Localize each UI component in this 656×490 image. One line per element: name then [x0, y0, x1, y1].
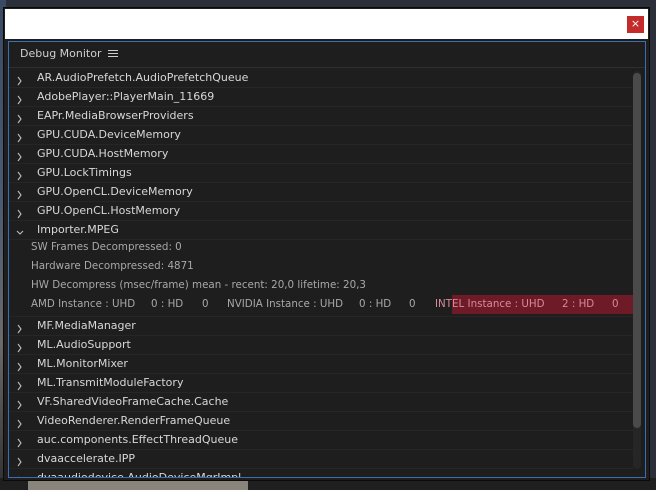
- tree-row-label: MF.MediaManager: [37, 319, 136, 332]
- tree-row[interactable]: ML.TransmitModuleFactory: [9, 374, 633, 393]
- tree-row-label: VideoRenderer.RenderFrameQueue: [37, 414, 231, 427]
- tree-row[interactable]: auc.components.EffectThreadQueue: [9, 431, 633, 450]
- tree-row-label: GPU.CUDA.HostMemory: [37, 147, 169, 160]
- tree-row[interactable]: ML.MonitorMixer: [9, 355, 633, 374]
- tree-row-label: dvaaccelerate.IPP: [37, 452, 136, 465]
- tree-row-label: GPU.CUDA.DeviceMemory: [37, 128, 181, 141]
- detail-hw-decompressed: Hardware Decompressed: 4871: [31, 260, 194, 272]
- chevron-right-icon[interactable]: [15, 339, 25, 353]
- chevron-right-icon[interactable]: [15, 186, 25, 200]
- tree-row[interactable]: AR.AudioPrefetch.AudioPrefetchQueue: [9, 69, 633, 88]
- tree-row-label: GPU.OpenCL.HostMemory: [37, 204, 181, 217]
- tree-row-label: ML.TransmitModuleFactory: [37, 376, 184, 389]
- chevron-right-icon[interactable]: [15, 472, 25, 477]
- panel-title: Debug Monitor: [20, 47, 102, 60]
- close-button[interactable]: ×: [627, 16, 644, 33]
- tree-row-label: EAPr.MediaBrowserProviders: [37, 109, 194, 122]
- tree-row[interactable]: dvaaudiodevice.AudioDeviceMgrImpl: [9, 469, 633, 477]
- nvidia-instance-hd: 0 : HD: [359, 298, 392, 310]
- debug-tree-list: AR.AudioPrefetch.AudioPrefetchQueue Adobe…: [9, 69, 633, 477]
- tree-row[interactable]: GPU.OpenCL.DeviceMemory: [9, 183, 633, 202]
- tree-row-label: VF.SharedVideoFrameCache.Cache: [37, 395, 229, 408]
- tree-row[interactable]: VF.SharedVideoFrameCache.Cache: [9, 393, 633, 412]
- chevron-right-icon[interactable]: [15, 377, 25, 391]
- tree-row-label: Importer.MPEG: [37, 223, 119, 236]
- tree-row-label: AdobePlayer::PlayerMain_11669: [37, 90, 215, 103]
- tree-row-label: AR.AudioPrefetch.AudioPrefetchQueue: [37, 71, 249, 84]
- chevron-right-icon[interactable]: [15, 167, 25, 181]
- nvidia-instance-value: 0: [409, 298, 416, 310]
- chevron-right-icon[interactable]: [15, 205, 25, 219]
- chevron-right-icon[interactable]: [15, 148, 25, 162]
- chevron-right-icon[interactable]: [15, 129, 25, 143]
- detail-hw-mean: HW Decompress (msec/frame) mean - recent…: [31, 279, 366, 291]
- panel-header: Debug Monitor: [9, 42, 645, 68]
- chevron-right-icon[interactable]: [15, 72, 25, 86]
- chevron-right-icon[interactable]: [15, 91, 25, 105]
- amd-instance-hd: 0 : HD: [151, 298, 184, 310]
- debug-monitor-window: × Debug Monitor AR.AudioPrefetch.AudioPr…: [3, 7, 650, 481]
- close-icon: ×: [630, 17, 641, 30]
- tree-row[interactable]: Importer.MPEG: [9, 221, 633, 240]
- tree-row[interactable]: GPU.LockTimings: [9, 164, 633, 183]
- chevron-down-icon[interactable]: [15, 224, 25, 236]
- chevron-right-icon[interactable]: [15, 110, 25, 124]
- instances-line: AMD Instance : UHD 0 : HD 0 NVIDIA Insta…: [31, 295, 633, 314]
- tree-row-label: GPU.OpenCL.DeviceMemory: [37, 185, 193, 198]
- tree-row[interactable]: AdobePlayer::PlayerMain_11669: [9, 88, 633, 107]
- tree-row[interactable]: VideoRenderer.RenderFrameQueue: [9, 412, 633, 431]
- amd-instance-label: AMD Instance : UHD: [31, 298, 136, 310]
- tree-row[interactable]: MF.MediaManager: [9, 317, 633, 336]
- chevron-right-icon[interactable]: [15, 358, 25, 372]
- chevron-right-icon[interactable]: [15, 434, 25, 448]
- tree-row-label: ML.AudioSupport: [37, 338, 131, 351]
- amd-instance-value: 0: [202, 298, 209, 310]
- tree-row[interactable]: dvaaccelerate.IPP: [9, 450, 633, 469]
- chevron-right-icon[interactable]: [15, 320, 25, 334]
- intel-instance-hd: 2 : HD: [562, 298, 595, 310]
- debug-monitor-panel: Debug Monitor AR.AudioPrefetch.AudioPref…: [8, 41, 646, 478]
- hamburger-menu-icon[interactable]: [108, 48, 118, 60]
- nvidia-instance-label: NVIDIA Instance : UHD: [227, 298, 344, 310]
- tree-row-label: GPU.LockTimings: [37, 166, 132, 179]
- tree-row-label: auc.components.EffectThreadQueue: [37, 433, 238, 446]
- tree-row[interactable]: ML.AudioSupport: [9, 336, 633, 355]
- tree-row[interactable]: GPU.CUDA.DeviceMemory: [9, 126, 633, 145]
- intel-instance-label: INTEL Instance : UHD: [435, 298, 545, 310]
- chevron-right-icon[interactable]: [15, 396, 25, 410]
- scrollbar-thumb[interactable]: [633, 73, 641, 428]
- tree-row[interactable]: GPU.CUDA.HostMemory: [9, 145, 633, 164]
- importer-details: SW Frames Decompressed: 0 Hardware Decom…: [9, 240, 633, 317]
- chevron-right-icon[interactable]: [15, 453, 25, 467]
- title-bar[interactable]: ×: [5, 9, 648, 39]
- tree-row-label: ML.MonitorMixer: [37, 357, 128, 370]
- tree-row-label: dvaaudiodevice.AudioDeviceMgrImpl: [37, 471, 241, 477]
- intel-instance-value: 0: [612, 298, 619, 310]
- tree-row[interactable]: EAPr.MediaBrowserProviders: [9, 107, 633, 126]
- detail-sw-frames: SW Frames Decompressed: 0: [31, 241, 182, 253]
- tree-row[interactable]: GPU.OpenCL.HostMemory: [9, 202, 633, 221]
- chevron-right-icon[interactable]: [15, 415, 25, 429]
